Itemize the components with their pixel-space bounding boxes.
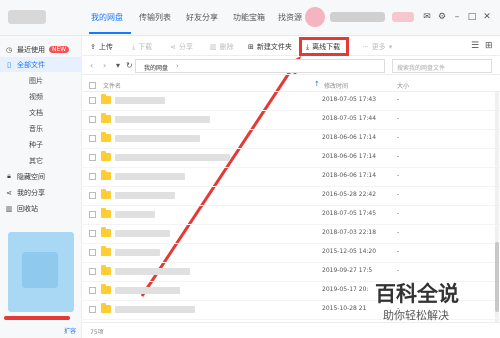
table-row[interactable]: 2015-12-05 14:20 - — [82, 244, 500, 263]
file-modified: 2018-07-05 17:43 — [322, 96, 377, 103]
file-size: - — [397, 267, 400, 274]
row-checkbox[interactable] — [89, 287, 96, 294]
row-checkbox[interactable] — [89, 192, 96, 199]
folder-icon — [101, 227, 111, 237]
row-checkbox[interactable] — [89, 135, 96, 142]
file-modified: 2018-06-06 17:14 — [322, 134, 377, 141]
table-row[interactable]: 2018-07-05 17:44 - — [82, 111, 500, 130]
file-name[interactable] — [115, 116, 210, 123]
folder-icon — [101, 170, 111, 180]
file-modified: 2018-07-05 17:44 — [322, 115, 377, 122]
file-modified: 2019-09-27 17:5 — [322, 267, 373, 274]
refresh-icon[interactable]: ↻ — [126, 61, 133, 70]
row-checkbox[interactable] — [89, 116, 96, 123]
file-size: - — [397, 248, 400, 255]
table-row[interactable]: 2018-06-06 17:14 - — [82, 168, 500, 187]
col-size[interactable]: 大小 — [397, 81, 409, 90]
file-size: - — [397, 134, 400, 141]
sort-arrow-icon: ↑ — [314, 80, 320, 88]
row-checkbox[interactable] — [89, 249, 96, 256]
breadcrumb[interactable]: 我的网盘 › — [135, 59, 385, 73]
file-size: - — [397, 229, 400, 236]
table-row[interactable]: 2018-07-05 17:45 - — [82, 206, 500, 225]
file-size: - — [397, 115, 400, 122]
row-checkbox[interactable] — [89, 211, 96, 218]
row-checkbox[interactable] — [89, 154, 96, 161]
back-icon[interactable]: ‹ — [90, 61, 93, 70]
table-row[interactable]: 2018-07-03 22:18 - — [82, 225, 500, 244]
file-name[interactable] — [115, 287, 180, 294]
file-size: - — [397, 191, 400, 198]
folder-icon — [101, 132, 111, 142]
file-name[interactable] — [115, 211, 155, 218]
folder-icon — [101, 113, 111, 123]
file-modified: 2018-06-06 17:14 — [322, 172, 377, 179]
status-bar: 75项 — [82, 322, 500, 338]
row-checkbox[interactable] — [89, 230, 96, 237]
search-input[interactable]: 搜索我的网盘文件 — [392, 59, 492, 73]
file-name[interactable] — [115, 97, 165, 104]
file-modified: 2016-05-28 22:42 — [322, 191, 377, 198]
file-modified: 2015-12-05 14:20 — [322, 248, 377, 255]
file-modified: 2018-07-05 17:45 — [322, 210, 377, 217]
file-name[interactable] — [115, 249, 160, 256]
file-modified: 2018-06-06 17:14 — [322, 153, 377, 160]
scrollbar[interactable] — [495, 92, 499, 322]
file-modified: 2015-10-28 21 — [322, 305, 367, 312]
chevron-right-icon: › — [176, 62, 179, 70]
file-modified: 2019-05-17 20: — [322, 286, 369, 293]
watermark-logo: 百科全说 — [375, 282, 459, 306]
file-name[interactable] — [115, 230, 170, 237]
table-row[interactable]: 2018-07-05 17:43 - — [82, 92, 500, 111]
chevron-down-icon[interactable]: ▾ — [116, 61, 120, 70]
forward-icon[interactable]: › — [103, 61, 106, 70]
folder-icon — [101, 284, 111, 294]
select-all-checkbox[interactable] — [89, 82, 96, 89]
folder-icon — [101, 303, 111, 313]
file-name[interactable] — [115, 192, 175, 199]
table-header: 文件名 ↑ 修改时间 大小 — [82, 78, 500, 92]
folder-icon — [101, 265, 111, 275]
file-name[interactable] — [115, 173, 185, 180]
file-size: - — [397, 153, 400, 160]
file-name[interactable] — [115, 154, 230, 161]
table-row[interactable]: 2018-06-06 17:14 - — [82, 130, 500, 149]
row-checkbox[interactable] — [89, 173, 96, 180]
watermark-slogan: 助你轻松解决 — [383, 309, 449, 322]
file-size: - — [397, 96, 400, 103]
table-row[interactable]: 2016-05-28 22:42 - — [82, 187, 500, 206]
file-modified: 2018-07-03 22:18 — [322, 229, 377, 236]
folder-icon — [101, 189, 111, 199]
row-checkbox[interactable] — [89, 268, 96, 275]
row-checkbox[interactable] — [89, 306, 96, 313]
file-size: - — [397, 210, 400, 217]
scrollbar-thumb[interactable] — [495, 242, 499, 312]
table-row[interactable]: 2018-06-06 17:14 - — [82, 149, 500, 168]
col-name[interactable]: 文件名 — [103, 81, 121, 90]
col-modified[interactable]: 修改时间 — [324, 81, 348, 90]
breadcrumb-root[interactable]: 我的网盘 — [144, 63, 168, 72]
file-name[interactable] — [115, 306, 195, 313]
item-count: 75项 — [90, 329, 104, 336]
folder-icon — [101, 246, 111, 256]
folder-icon — [101, 151, 111, 161]
file-name[interactable] — [115, 268, 190, 275]
row-checkbox[interactable] — [89, 97, 96, 104]
file-name[interactable] — [115, 135, 200, 142]
file-size: - — [397, 172, 400, 179]
folder-icon — [101, 208, 111, 218]
folder-icon — [101, 94, 111, 104]
